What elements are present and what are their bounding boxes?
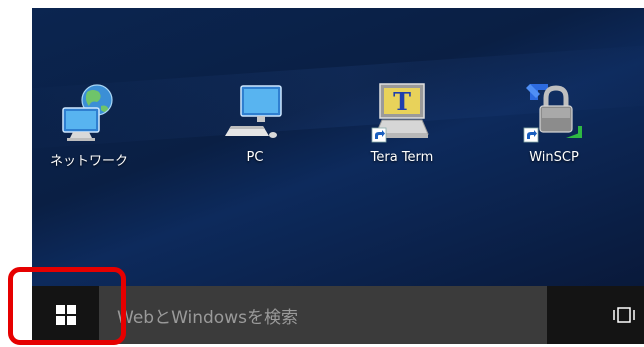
shortcut-arrow-icon [371,127,387,143]
task-view-button[interactable] [610,302,638,328]
windows-logo-icon [55,305,76,325]
desktop: ネットワーク PC T Tera Term WinSCP [32,8,644,286]
desktop-icon-pc[interactable]: PC [200,80,310,165]
svg-text:T: T [393,87,411,116]
pc-icon [225,85,282,138]
taskbar: WebとWindowsを検索 [32,286,644,344]
winscp-icon [523,84,582,143]
desktop-icon-label: ネットワーク [49,154,128,169]
desktop-icon-winscp[interactable]: WinSCP [499,80,609,165]
search-placeholder[interactable]: WebとWindowsを検索 [99,303,298,328]
tera-term-icon: T [371,83,429,143]
network-icon [62,84,113,141]
desktop-icon-label: PC [246,150,264,165]
task-view-icon [613,307,635,323]
start-button[interactable] [32,286,99,344]
desktop-icon-label: WinSCP [529,150,579,165]
shortcut-arrow-icon [523,127,539,143]
desktop-icon-label: Tera Term [370,150,434,165]
desktop-icon-network[interactable]: ネットワーク [34,80,144,169]
search-box[interactable]: WebとWindowsを検索 [99,286,547,344]
desktop-icon-tera-term[interactable]: T Tera Term [347,80,457,165]
